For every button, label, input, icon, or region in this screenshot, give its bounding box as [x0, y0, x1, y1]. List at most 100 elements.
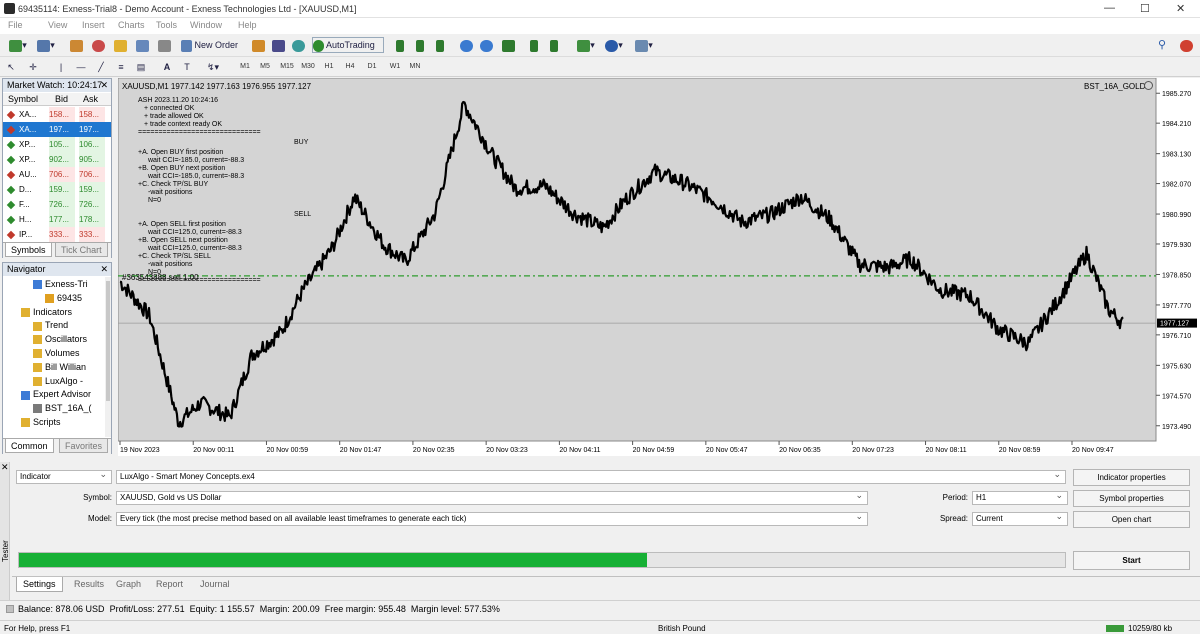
tester-type-select[interactable]: Indicator [16, 470, 112, 484]
spread-select[interactable]: Current [972, 512, 1068, 526]
text-label-icon[interactable]: T [180, 59, 194, 75]
market-button[interactable] [270, 37, 286, 53]
signals-button[interactable] [290, 37, 306, 53]
tester-button[interactable] [156, 37, 172, 53]
tf-m30[interactable]: M30 [299, 59, 317, 74]
minimize-button[interactable]: — [1104, 2, 1115, 14]
horizontal-line-icon[interactable]: — [74, 59, 88, 75]
data-window-button[interactable] [90, 37, 106, 53]
navigator-scrollbar[interactable] [105, 277, 111, 437]
account-button[interactable] [1178, 37, 1194, 53]
start-button[interactable]: Start [1073, 551, 1190, 570]
menu-help[interactable]: Help [238, 20, 257, 30]
tf-h1[interactable]: H1 [320, 59, 338, 74]
chart-window[interactable]: 1985.270 1984.210 1983.130 1982.070 1980.990… [118, 78, 1200, 456]
text-tool-icon[interactable]: A [160, 59, 174, 75]
market-watch-button[interactable] [68, 37, 84, 53]
tf-mn[interactable]: MN [406, 59, 424, 74]
metaeditor-button[interactable] [250, 37, 266, 53]
terminal-button[interactable] [134, 37, 150, 53]
market-watch-row[interactable]: AU... 706... 706... [3, 167, 111, 182]
market-watch-row[interactable]: XA... 197... 197... [3, 122, 111, 137]
market-watch-row[interactable]: H... 177... 178... [3, 212, 111, 227]
tf-m5[interactable]: M5 [256, 59, 274, 74]
tab-results[interactable]: Results [68, 577, 110, 592]
zoom-in-button[interactable] [458, 37, 474, 53]
tab-graph[interactable]: Graph [110, 577, 147, 592]
navigator-item[interactable]: Exness-Tri [33, 277, 88, 291]
crosshair-tool-icon[interactable]: ✛ [24, 59, 42, 75]
autotrading-button[interactable]: AutoTrading [312, 37, 384, 53]
navigator-item[interactable]: Volumes [33, 346, 80, 360]
trendline-icon[interactable]: ╱ [94, 59, 108, 75]
navigator-button[interactable] [112, 37, 128, 53]
arrows-tool-icon[interactable]: ↯▾ [202, 59, 224, 75]
navigator-item[interactable]: Oscillators [33, 332, 87, 346]
zoom-out-button[interactable] [478, 37, 494, 53]
market-watch-row[interactable]: XP... 105... 106... [3, 137, 111, 152]
market-watch-row[interactable]: XA... 158... 158... [3, 107, 111, 122]
restore-button[interactable]: ☐ [1140, 2, 1150, 15]
tf-h4[interactable]: H4 [341, 59, 359, 74]
market-watch-row[interactable]: F... 726... 726... [3, 197, 111, 212]
new-chart-button[interactable]: ▾ [6, 37, 30, 53]
menu-view[interactable]: View [48, 20, 67, 30]
model-select[interactable]: Every tick (the most precise method base… [116, 512, 868, 526]
order-label[interactable]: #363543888 sell 1.00 [122, 273, 199, 282]
periods-button[interactable]: ▾ [602, 37, 626, 53]
tf-m1[interactable]: M1 [236, 59, 254, 74]
symbol-properties-button[interactable]: Symbol properties [1073, 490, 1190, 507]
profiles-button[interactable]: ▾ [34, 37, 58, 53]
indicator-select[interactable]: LuxAlgo - Smart Money Concepts.ex4 [116, 470, 1066, 484]
line-chart-button[interactable] [432, 37, 448, 53]
close-button[interactable]: ✕ [1176, 2, 1185, 15]
indicator-properties-button[interactable]: Indicator properties [1073, 469, 1190, 486]
chart-shift-button[interactable] [526, 37, 542, 53]
close-icon[interactable]: ✕ [100, 80, 108, 91]
tab-symbols[interactable]: Symbols [5, 243, 52, 257]
bar-chart-button[interactable] [392, 37, 408, 53]
autoscroll-button[interactable] [546, 37, 562, 53]
menu-insert[interactable]: Insert [82, 20, 105, 30]
vertical-line-icon[interactable]: | [54, 59, 68, 75]
tab-tick-chart[interactable]: Tick Chart [55, 243, 108, 257]
navigator-item[interactable]: BST_16A_( [33, 401, 92, 415]
tf-m15[interactable]: M15 [278, 59, 296, 74]
menu-charts[interactable]: Charts [118, 20, 145, 30]
navigator-item[interactable]: LuxAlgo - [33, 374, 83, 388]
menu-window[interactable]: Window [190, 20, 222, 30]
market-watch-row[interactable]: IP... 333... 333... [3, 227, 111, 242]
tab-common[interactable]: Common [5, 439, 54, 453]
market-watch-row[interactable]: D... 159... 159... [3, 182, 111, 197]
col-symbol[interactable]: Symbol [8, 94, 38, 104]
navigator-item[interactable]: Indicators [21, 305, 72, 319]
indicators-button[interactable]: ▾ [574, 37, 598, 53]
tf-d1[interactable]: D1 [363, 59, 381, 74]
navigator-item[interactable]: Scripts [21, 415, 61, 429]
search-icon[interactable]: ⚲ [1154, 37, 1170, 53]
tab-report[interactable]: Report [150, 577, 189, 592]
col-bid[interactable]: Bid [55, 94, 68, 104]
channel-icon[interactable]: ≡ [114, 59, 128, 75]
tile-windows-button[interactable] [500, 37, 516, 53]
candlestick-button[interactable] [412, 37, 428, 53]
menu-tools[interactable]: Tools [156, 20, 177, 30]
navigator-item[interactable]: Bill Willian [33, 360, 86, 374]
new-order-button[interactable]: New Order [180, 37, 246, 53]
open-chart-button[interactable]: Open chart [1073, 511, 1190, 528]
tab-settings[interactable]: Settings [16, 577, 63, 592]
period-select[interactable]: H1 [972, 491, 1068, 505]
fibonacci-icon[interactable]: ▤ [134, 59, 148, 75]
tf-w1[interactable]: W1 [386, 59, 404, 74]
menu-file[interactable]: File [8, 20, 23, 30]
navigator-item[interactable]: 69435 [45, 291, 82, 305]
navigator-item[interactable]: Trend [33, 318, 68, 332]
templates-button[interactable]: ▾ [632, 37, 656, 53]
col-ask[interactable]: Ask [83, 94, 98, 104]
close-icon[interactable]: ✕ [1, 462, 9, 473]
close-icon[interactable]: ✕ [100, 264, 108, 275]
symbol-select[interactable]: XAUUSD, Gold vs US Dollar [116, 491, 868, 505]
navigator-item[interactable]: Expert Advisor [21, 387, 91, 401]
cursor-icon[interactable]: ↖ [4, 59, 18, 75]
tab-favorites[interactable]: Favorites [59, 439, 109, 453]
